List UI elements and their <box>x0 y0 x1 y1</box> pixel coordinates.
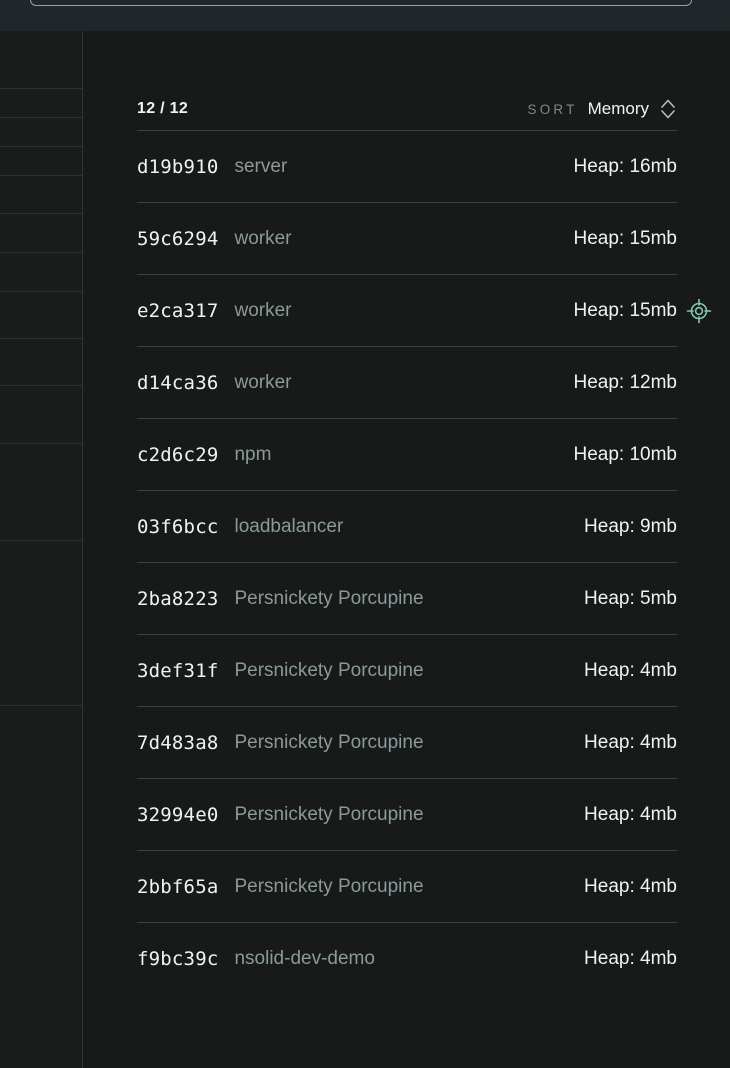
process-id: 3def31f <box>137 659 219 682</box>
process-row[interactable]: 2ba8223 Persnickety Porcupine Heap: 5mb <box>137 562 677 634</box>
left-panel-row-divider <box>0 540 83 541</box>
process-count: 12 / 12 <box>137 100 189 117</box>
left-panel-row-divider <box>0 291 83 292</box>
process-id: 7d483a8 <box>137 731 219 754</box>
left-panel-row-divider <box>0 117 83 118</box>
process-heap: Heap: 9mb <box>584 515 677 537</box>
process-id: f9bc39c <box>137 947 219 970</box>
process-heap: Heap: 4mb <box>584 947 677 969</box>
process-heap: Heap: 4mb <box>584 731 677 753</box>
process-name: Persnickety Porcupine <box>234 659 424 681</box>
process-id: c2d6c29 <box>137 443 219 466</box>
process-id: 59c6294 <box>137 227 219 250</box>
sort-updown-chevron-icon[interactable] <box>659 99 677 119</box>
left-panel-row-divider <box>0 252 83 253</box>
process-name: server <box>234 155 288 177</box>
left-panel-row-divider <box>0 338 83 339</box>
process-name: Persnickety Porcupine <box>234 587 424 609</box>
process-heap: Heap: 4mb <box>584 803 677 825</box>
process-row[interactable]: f9bc39c nsolid-dev-demo Heap: 4mb <box>137 922 677 994</box>
crosshair-target-icon[interactable] <box>686 298 712 324</box>
process-row[interactable]: c2d6c29 npm Heap: 10mb <box>137 418 677 490</box>
process-name: worker <box>234 371 292 393</box>
left-panel-row-divider <box>0 213 83 214</box>
top-bar <box>0 0 730 31</box>
process-name: npm <box>234 443 272 465</box>
process-row[interactable]: d14ca36 worker Heap: 12mb <box>137 346 677 418</box>
sort-control[interactable]: SORT Memory <box>528 99 677 119</box>
left-panel-row-divider <box>0 175 83 176</box>
process-row[interactable]: 2bbf65a Persnickety Porcupine Heap: 4mb <box>137 850 677 922</box>
process-heap: Heap: 16mb <box>573 155 677 177</box>
process-name: nsolid-dev-demo <box>234 947 375 969</box>
process-row[interactable]: e2ca317 worker Heap: 15mb <box>137 274 712 346</box>
left-panel-row-divider <box>0 443 83 444</box>
process-list: 12 / 12 SORT Memory d19b910 server Heap: 1… <box>137 88 712 994</box>
process-row[interactable]: 03f6bcc loadbalancer Heap: 9mb <box>137 490 677 562</box>
process-row[interactable]: 7d483a8 Persnickety Porcupine Heap: 4mb <box>137 706 677 778</box>
process-heap: Heap: 5mb <box>584 587 677 609</box>
process-row[interactable]: 59c6294 worker Heap: 15mb <box>137 202 677 274</box>
process-heap: Heap: 12mb <box>573 371 677 393</box>
process-heap: Heap: 4mb <box>584 875 677 897</box>
left-panel-row-divider <box>0 88 83 89</box>
process-name: loadbalancer <box>234 515 344 537</box>
process-id: d14ca36 <box>137 371 219 394</box>
process-name: Persnickety Porcupine <box>234 875 424 897</box>
process-heap: Heap: 4mb <box>584 659 677 681</box>
process-heap: Heap: 15mb <box>573 227 677 249</box>
left-panel-row-divider <box>0 385 83 386</box>
process-id: d19b910 <box>137 155 219 178</box>
left-panel-row-divider <box>0 705 83 706</box>
process-id: 2bbf65a <box>137 875 219 898</box>
process-id: 32994e0 <box>137 803 219 826</box>
process-rows: d19b910 server Heap: 16mb 59c6294 worker Heap… <box>137 130 712 994</box>
left-panel-row-divider <box>0 146 83 147</box>
process-id: 2ba8223 <box>137 587 219 610</box>
process-id: e2ca317 <box>137 299 219 322</box>
process-id: 03f6bcc <box>137 515 219 538</box>
process-row[interactable]: d19b910 server Heap: 16mb <box>137 130 677 202</box>
process-name: worker <box>234 299 292 321</box>
process-heap: Heap: 10mb <box>573 443 677 465</box>
process-name: Persnickety Porcupine <box>234 731 424 753</box>
process-name: worker <box>234 227 292 249</box>
sort-label: SORT <box>527 101 578 117</box>
process-list-header: 12 / 12 SORT Memory <box>137 88 677 130</box>
search-input[interactable] <box>30 0 692 6</box>
process-row[interactable]: 32994e0 Persnickety Porcupine Heap: 4mb <box>137 778 677 850</box>
app-root: 12 / 12 SORT Memory d19b910 server Heap: 1… <box>0 0 730 1068</box>
left-side-panel <box>0 31 83 1068</box>
sort-value[interactable]: Memory <box>588 99 649 119</box>
process-row[interactable]: 3def31f Persnickety Porcupine Heap: 4mb <box>137 634 677 706</box>
process-name: Persnickety Porcupine <box>234 803 424 825</box>
process-heap: Heap: 15mb <box>573 299 677 321</box>
